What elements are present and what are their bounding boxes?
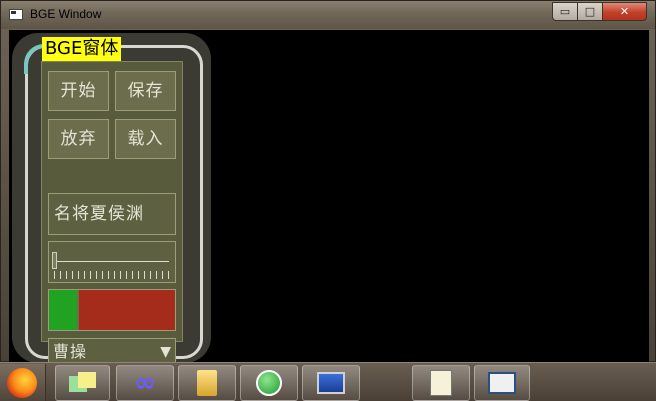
taskbar-item-firefox[interactable] — [0, 364, 46, 401]
taskbar-item-remote[interactable] — [302, 365, 360, 401]
infinity-icon: ∞ — [134, 368, 156, 398]
slider-tick — [156, 271, 157, 279]
window-controls: ▭ □ ✕ — [552, 2, 647, 21]
taskbar-item-stickies[interactable] — [55, 365, 110, 401]
taskbar-item-folder[interactable] — [178, 365, 236, 401]
window-title: BGE Window — [30, 7, 102, 21]
save-button[interactable]: 保存 — [115, 71, 176, 111]
taskbar: ∞ — [0, 362, 656, 401]
app-window: BGE Window ▭ □ ✕ BGE窗体 开始 保存 放弃 载入 名将夏侯渊 — [0, 0, 656, 366]
side-panel: BGE窗体 开始 保存 放弃 载入 名将夏侯渊 曹操 ▼ — [12, 33, 211, 366]
slider-tick — [84, 271, 85, 279]
slider-tick — [96, 271, 97, 279]
slider-tick — [150, 271, 151, 279]
window-app-icon — [9, 9, 23, 20]
slider-tick — [78, 271, 79, 279]
slider-tick — [114, 271, 115, 279]
sticky-notes-icon — [68, 372, 97, 394]
load-button[interactable]: 载入 — [115, 119, 176, 159]
window-app-icon — [488, 372, 516, 394]
pen-icon — [256, 370, 282, 396]
folder-icon — [197, 370, 217, 396]
slider-tick — [54, 271, 55, 279]
taskbar-item-pen[interactable] — [240, 365, 298, 401]
slider-tick — [168, 271, 169, 279]
start-button[interactable]: 开始 — [48, 71, 109, 111]
abandon-button[interactable]: 放弃 — [48, 119, 109, 159]
slider-tick — [132, 271, 133, 279]
general-select-value: 曹操 — [53, 342, 88, 361]
notepad-icon — [430, 370, 452, 396]
slider-tick — [120, 271, 121, 279]
minimize-button[interactable]: ▭ — [552, 2, 578, 21]
taskbar-item-infinity[interactable]: ∞ — [116, 365, 174, 401]
slider-tick — [144, 271, 145, 279]
progress-bar — [48, 289, 176, 331]
remote-desktop-icon — [317, 372, 345, 394]
maximize-button[interactable]: □ — [578, 2, 603, 21]
slider-ticks — [52, 271, 170, 280]
slider-tick — [126, 271, 127, 279]
slider-tick — [162, 271, 163, 279]
taskbar-item-notepad[interactable] — [412, 365, 470, 401]
slider-tick — [138, 271, 139, 279]
slider-tick — [66, 271, 67, 279]
slider[interactable] — [48, 241, 176, 283]
name-field[interactable]: 名将夏侯渊 — [48, 193, 176, 235]
progress-fill — [49, 290, 80, 330]
slider-tick — [90, 271, 91, 279]
slider-tick — [60, 271, 61, 279]
close-button[interactable]: ✕ — [603, 2, 647, 21]
slider-track — [55, 261, 169, 262]
firefox-icon — [7, 368, 37, 398]
slider-tick — [102, 271, 103, 279]
slider-tick — [108, 271, 109, 279]
title-bar[interactable]: BGE Window ▭ □ ✕ — [1, 1, 655, 29]
panel-title: BGE窗体 — [42, 37, 122, 61]
slider-thumb[interactable] — [52, 252, 57, 269]
slider-tick — [72, 271, 73, 279]
panel-content: 开始 保存 放弃 载入 名将夏侯渊 曹操 ▼ — [41, 61, 183, 366]
taskbar-item-window[interactable] — [474, 365, 530, 401]
client-area[interactable]: BGE窗体 开始 保存 放弃 载入 名将夏侯渊 曹操 ▼ — [9, 30, 649, 366]
